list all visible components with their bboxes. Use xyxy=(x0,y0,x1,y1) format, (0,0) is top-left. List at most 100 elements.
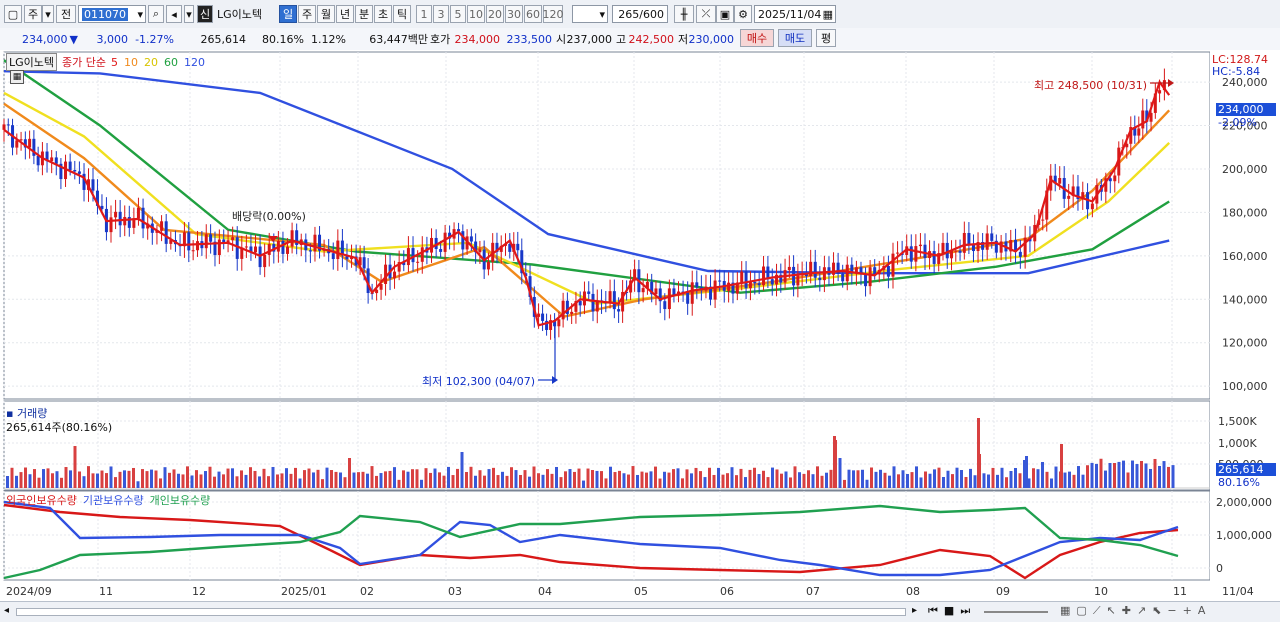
calendar-icon[interactable]: ▦ xyxy=(823,8,835,21)
chevron-down-icon[interactable]: ▾ xyxy=(599,8,607,21)
volume-bar xyxy=(825,472,828,488)
interval-button-6[interactable]: 60 xyxy=(524,5,542,23)
volume-bar xyxy=(681,478,684,488)
candle-body xyxy=(757,283,761,286)
chevron-down-icon[interactable]: ▾ xyxy=(137,8,145,21)
bar-count-field[interactable]: 265/600 xyxy=(612,5,668,23)
candle-body xyxy=(667,288,671,310)
volume-bar xyxy=(1014,467,1017,488)
volume-bar xyxy=(262,468,266,488)
tab-week[interactable]: 주 xyxy=(24,5,42,23)
zoom-slider[interactable] xyxy=(984,611,1048,613)
rewind-icon[interactable]: ⏮ xyxy=(928,604,938,618)
volume-bar xyxy=(127,470,131,488)
candle-body xyxy=(762,266,766,286)
grid-toggle-icon[interactable]: ▦ xyxy=(10,70,24,84)
stop-icon[interactable]: ■ xyxy=(944,604,954,618)
holding-tick-1: 1,000,000 xyxy=(1216,529,1272,542)
font-icon[interactable]: A xyxy=(1198,604,1206,618)
draw-icon[interactable]: ⤫ xyxy=(696,5,716,23)
period-tab-0[interactable]: 일 xyxy=(279,5,297,23)
period-tab-1[interactable]: 주 xyxy=(298,5,316,23)
tab-all[interactable]: 전 xyxy=(56,5,76,23)
volume-bar xyxy=(451,475,455,488)
interval-input[interactable]: ▾ xyxy=(572,5,608,23)
interval-button-3[interactable]: 10 xyxy=(467,5,485,23)
volume-bar xyxy=(469,466,473,488)
chart-area[interactable]: 240,000 220,000 200,000 180,000 160,000 140,0… xyxy=(0,50,1280,601)
volume-bar xyxy=(460,452,464,488)
eval-button[interactable]: 평 xyxy=(816,29,836,47)
save-icon[interactable]: ▣ xyxy=(716,5,734,23)
cursor-icon[interactable]: ⬉ xyxy=(1152,604,1161,618)
zoom-out-icon[interactable]: − xyxy=(1167,604,1176,618)
scroll-right-icon[interactable]: ▸ xyxy=(912,605,917,616)
search-icon[interactable]: ⌕ xyxy=(148,5,164,23)
period-tab-6[interactable]: 틱 xyxy=(393,5,411,23)
volume-spike xyxy=(1025,456,1028,488)
volume-bar xyxy=(739,468,743,488)
forward-icon[interactable]: ⏭ xyxy=(960,604,970,618)
volume-tag: 265,614 xyxy=(1216,463,1276,476)
volume-bar xyxy=(253,470,257,488)
low-annotation: 최저 102,300 (04/07) xyxy=(422,375,536,388)
crosshair-icon[interactable]: ✚ xyxy=(1122,604,1131,618)
volume-bar xyxy=(712,474,716,488)
candle-icon[interactable]: ╫ xyxy=(674,5,694,23)
price-chart-svg[interactable]: 240,000220,000200,000180,000160,000140,0… xyxy=(0,50,1280,601)
candle-body xyxy=(967,232,971,245)
interval-button-4[interactable]: 20 xyxy=(486,5,504,23)
candle-body xyxy=(281,240,285,254)
volume-bar xyxy=(307,468,311,488)
date-input[interactable]: 2025/11/04 ▦ xyxy=(754,5,836,23)
volume-bar xyxy=(37,477,41,488)
volume-pct-tag: 80.16% xyxy=(1218,476,1260,489)
grid-icon[interactable]: ▦ xyxy=(1060,604,1070,618)
line-icon[interactable]: ⟋ xyxy=(1093,604,1101,618)
trend-icon[interactable]: ↗ xyxy=(1137,604,1146,618)
volume-bar xyxy=(636,474,639,488)
dropdown-arrow-icon[interactable]: ▾ xyxy=(42,5,54,23)
volume-bar xyxy=(838,458,842,488)
volume-bar xyxy=(177,473,180,488)
volume-bar xyxy=(213,476,216,488)
interval-button-1[interactable]: 3 xyxy=(433,5,449,23)
volume-bar xyxy=(690,473,693,488)
volume-spike xyxy=(977,418,980,488)
bottom-scrollbar[interactable]: ◂ ▸ ⏮ ■ ⏭ ▦ ▢ ⟋ ↖ ✚ ↗ ⬉ − + A xyxy=(0,601,1280,622)
speaker-icon[interactable]: ◂ xyxy=(166,5,182,23)
volume: 265,614 xyxy=(200,32,247,46)
period-tab-4[interactable]: 분 xyxy=(355,5,373,23)
zoom-in-icon[interactable]: + xyxy=(1183,604,1192,618)
volume-bar xyxy=(343,477,347,488)
volume-bar xyxy=(987,474,990,488)
new-badge: 신 xyxy=(197,5,213,23)
volume-bar xyxy=(780,473,783,488)
gear-icon[interactable]: ⚙ xyxy=(734,5,752,23)
chevron-down-icon[interactable]: ▾ xyxy=(184,5,194,23)
scroll-track[interactable] xyxy=(16,608,906,616)
period-tab-5[interactable]: 초 xyxy=(374,5,392,23)
volume-bar xyxy=(163,467,167,488)
candle-body xyxy=(686,292,690,304)
window-icon[interactable]: ▢ xyxy=(4,5,22,23)
interval-button-2[interactable]: 5 xyxy=(450,5,466,23)
buy-button[interactable]: 매수 xyxy=(740,29,774,47)
candle-body xyxy=(1018,251,1022,257)
box-icon[interactable]: ▢ xyxy=(1076,604,1086,618)
holding-legend-2: 개인보유수량 xyxy=(149,494,211,507)
candle-body xyxy=(537,313,541,317)
code-input[interactable]: 011070 ▾ xyxy=(78,5,146,23)
interval-button-7[interactable]: 120 xyxy=(543,5,564,23)
holding-legend: 외국인보유수량 기관보유수량 개인보유수량 xyxy=(6,492,210,508)
scroll-left-icon[interactable]: ◂ xyxy=(4,605,9,616)
volume-bar xyxy=(622,473,626,488)
volume-bar xyxy=(618,470,621,488)
sell-button[interactable]: 매도 xyxy=(778,29,812,47)
interval-button-0[interactable]: 1 xyxy=(416,5,432,23)
period-tab-2[interactable]: 월 xyxy=(317,5,335,23)
pointer-icon[interactable]: ↖ xyxy=(1107,604,1116,618)
volume-bar xyxy=(91,473,95,488)
interval-button-5[interactable]: 30 xyxy=(505,5,523,23)
period-tab-3[interactable]: 년 xyxy=(336,5,354,23)
